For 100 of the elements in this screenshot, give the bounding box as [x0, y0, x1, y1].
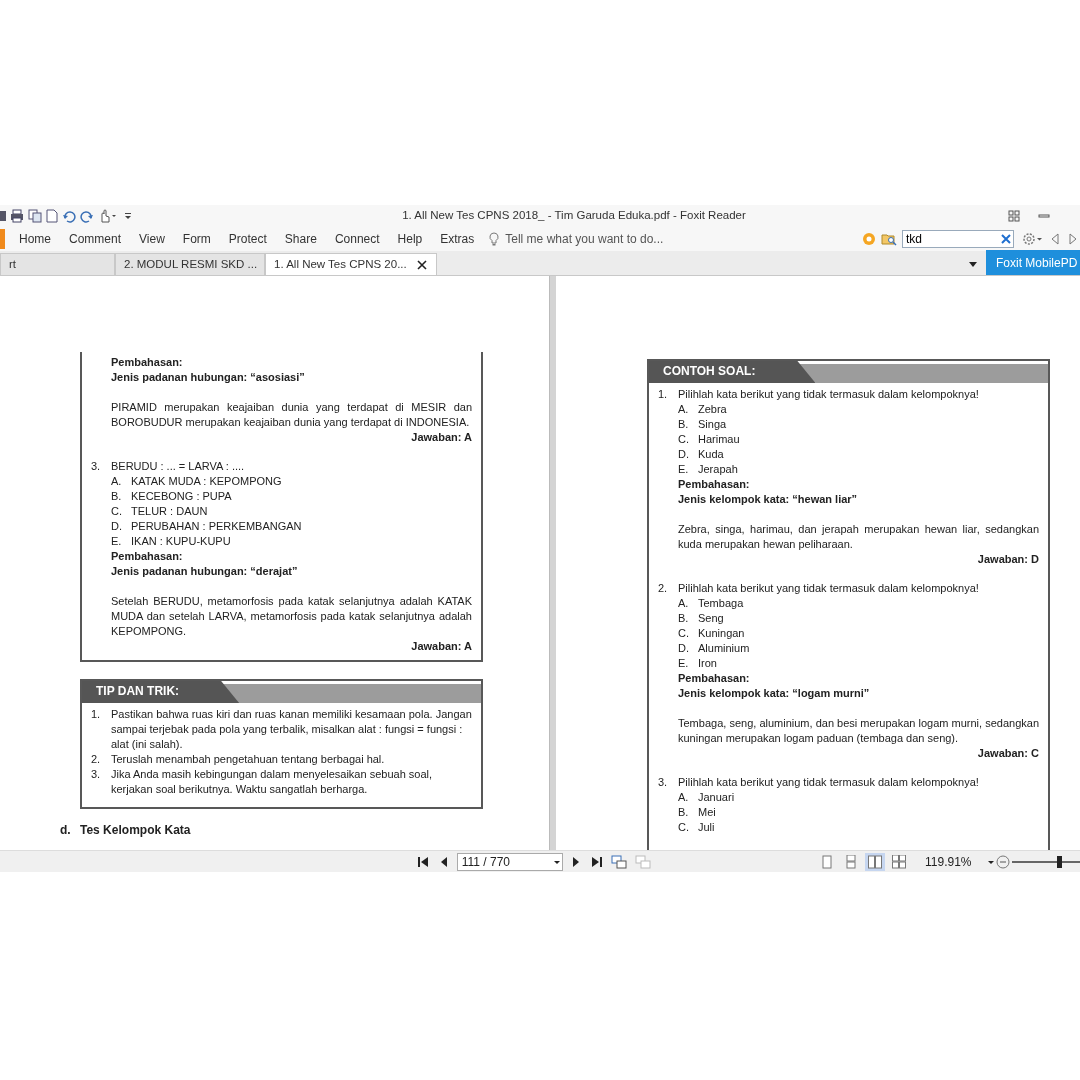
option-letter: C.	[678, 820, 690, 835]
document-tab[interactable]: 1. All New Tes CPNS 20...	[265, 253, 437, 275]
option-text: TELUR : DAUN	[131, 504, 208, 519]
ribbon-tab[interactable]: Share	[275, 230, 326, 248]
answer-text: Jawaban: D	[976, 552, 1039, 567]
ribbon-tab[interactable]: Connect	[325, 230, 389, 248]
item-number: 3.	[91, 459, 102, 474]
answer-text: Jawaban: A	[410, 639, 472, 654]
ribbon-tab[interactable]: View	[130, 230, 174, 248]
question-text: Pilihlah kata berikut yang tidak termasuk dalam kelompoknya!	[678, 387, 979, 402]
option-letter: B.	[678, 417, 690, 432]
explanation-label: Pembahasan:	[111, 355, 184, 370]
ribbon-tab[interactable]: Home	[10, 230, 60, 248]
explanation-paragraph: Tembaga, seng, aluminium, dan besi merupakan logam murni, sedangkan kuningan merupakan logam paduan (tembaga dan seng).	[678, 716, 1039, 746]
option-letter: C.	[678, 432, 690, 447]
ribbon-tab[interactable]: Form	[173, 230, 220, 248]
zoom-level[interactable]: 119.91%	[925, 852, 972, 871]
explanation-paragraph: Zebra, singa, harimau, dan jerapah merupakan hewan liar, sedangkan kuda merupakan hewan peliharaan.	[678, 522, 1039, 552]
tip-text: Jika Anda masih kebingungan dalam menyelesaikan sebuah soal, kerjakan soal berikutnya. Waktu sangatlah berharga.	[111, 767, 434, 797]
option-text: Tembaga	[698, 596, 744, 611]
option-text: Iron	[698, 656, 717, 671]
layout-icon[interactable]	[1008, 210, 1020, 222]
ribbon-tab[interactable]: Protect	[219, 230, 276, 248]
page-number-field[interactable]: 111 / 770	[456, 852, 563, 871]
document-tab[interactable]: rt	[0, 253, 115, 275]
view-mode-button[interactable]	[865, 852, 886, 871]
explanation-label: Pembahasan:	[678, 477, 751, 492]
new-document-icon[interactable]	[46, 209, 58, 223]
option-text: Aluminium	[698, 641, 750, 656]
section-title: Tes Kelompok Kata	[80, 822, 191, 839]
section-number: d.	[60, 822, 72, 839]
explanation-paragraph: Setelah BERUDU, metamorfosis pada katak selanjutnya adalah KATAK MUDA dan setelah LARVA, metamorfosis pada katak selanjutnya adalah KEPOMPONG.	[111, 594, 472, 639]
first-page-icon[interactable]	[416, 854, 431, 869]
settings-icon[interactable]	[1022, 232, 1044, 246]
ribbon-tab[interactable]: Help	[388, 230, 432, 248]
question-text: Pilihlah kata berikut yang tidak termasuk dalam kelompoknya!	[678, 581, 979, 596]
option-letter: B.	[678, 805, 690, 820]
explanation-label: Jenis kelompok kata: “hewan liar”	[678, 492, 859, 507]
item-number: 1.	[91, 707, 102, 722]
option-text: PERUBAHAN : PERKEMBANGAN	[131, 519, 302, 534]
item-number: 3.	[658, 775, 669, 790]
option-letter: D.	[678, 447, 690, 462]
tell-me-field[interactable]: Tell me what you want to do...	[505, 230, 664, 248]
explanation-label: Jenis padanan hubungan: “derajat”	[111, 564, 299, 579]
explanation-label: Jenis kelompok kata: “logam murni”	[678, 686, 871, 701]
question-text: Pilihlah kata berikut yang tidak termasuk dalam kelompoknya!	[678, 775, 979, 790]
print-icon[interactable]	[10, 209, 24, 223]
box-heading: CONTOH SOAL:	[649, 361, 816, 383]
item-number: 2.	[91, 752, 102, 767]
option-text: Januari	[698, 790, 735, 805]
item-number: 2.	[658, 581, 669, 596]
option-letter: A.	[678, 596, 690, 611]
option-text: Jerapah	[698, 462, 738, 477]
option-letter: C.	[111, 504, 123, 519]
option-text: Mei	[698, 805, 716, 820]
window-title: 1. All New Tes CPNS 2018_ - Tim Garuda Eduka.pdf - Foxit Reader	[401, 208, 747, 224]
undo-icon[interactable]	[62, 209, 76, 223]
item-number: 3.	[91, 767, 102, 782]
option-text: Singa	[698, 417, 727, 432]
tip-text: Teruslah menambah pengetahuan tentang berbagai hal.	[111, 752, 385, 767]
previous-icon[interactable]	[1049, 232, 1061, 246]
explanation-paragraph: PIRAMID merupakan keajaiban dunia yang terdapat di MESIR dan BOROBUDUR merupakan keajaiban dunia yang terdapat di INDONESIA.	[111, 400, 472, 430]
option-text: Kuningan	[698, 626, 745, 641]
redo-icon[interactable]	[80, 209, 94, 223]
search-field[interactable]: tkd	[902, 230, 1014, 248]
close-icon[interactable]	[416, 259, 427, 270]
option-text: Kuda	[698, 447, 724, 462]
answer-text: Jawaban: C	[976, 746, 1039, 761]
option-letter: B.	[111, 489, 123, 504]
folder-search-icon[interactable]	[881, 232, 897, 246]
option-letter: E.	[678, 656, 690, 671]
explanation-label: Jenis padanan hubungan: “asosiasi”	[111, 370, 306, 385]
option-text: Juli	[698, 820, 715, 835]
option-letter: D.	[678, 641, 690, 656]
lightbulb-icon	[489, 232, 500, 246]
item-number: 1.	[658, 387, 669, 402]
option-letter: E.	[678, 462, 690, 477]
explanation-label: Pembahasan:	[678, 671, 751, 686]
ribbon-tab[interactable]: Comment	[60, 230, 131, 248]
option-letter: C.	[678, 626, 690, 641]
option-letter: A.	[678, 790, 690, 805]
box-heading: TIP DAN TRIK:	[82, 681, 240, 703]
option-letter: D.	[111, 519, 123, 534]
option-text: KECEBONG : PUPA	[131, 489, 232, 504]
option-text: Harimau	[698, 432, 740, 447]
previous-view-icon[interactable]	[610, 854, 627, 869]
option-text: IKAN : KUPU-KUPU	[131, 534, 231, 549]
option-letter: E.	[111, 534, 123, 549]
option-text: Seng	[698, 611, 724, 626]
document-tab[interactable]: 2. MODUL RESMI SKD ...	[115, 253, 265, 275]
answer-text: Jawaban: A	[410, 430, 472, 445]
tip-text: Pastikan bahwa ruas kiri dan ruas kanan memiliki kesamaan pola. Jangan sampai terjebak pada pola yang terbalik, misalkan alat : fungsi = fungsi : alat (ini salah).	[111, 707, 472, 752]
ribbon-tab[interactable]: Extras	[431, 230, 484, 248]
option-text: Zebra	[698, 402, 727, 417]
explanation-label: Pembahasan:	[111, 549, 184, 564]
next-page-icon[interactable]	[570, 854, 581, 869]
option-text: KATAK MUDA : KEPOMPONG	[131, 474, 282, 489]
option-letter: B.	[678, 611, 690, 626]
copy-icon[interactable]	[28, 209, 42, 223]
question-text: BERUDU : ... = LARVA : ....	[111, 459, 245, 474]
